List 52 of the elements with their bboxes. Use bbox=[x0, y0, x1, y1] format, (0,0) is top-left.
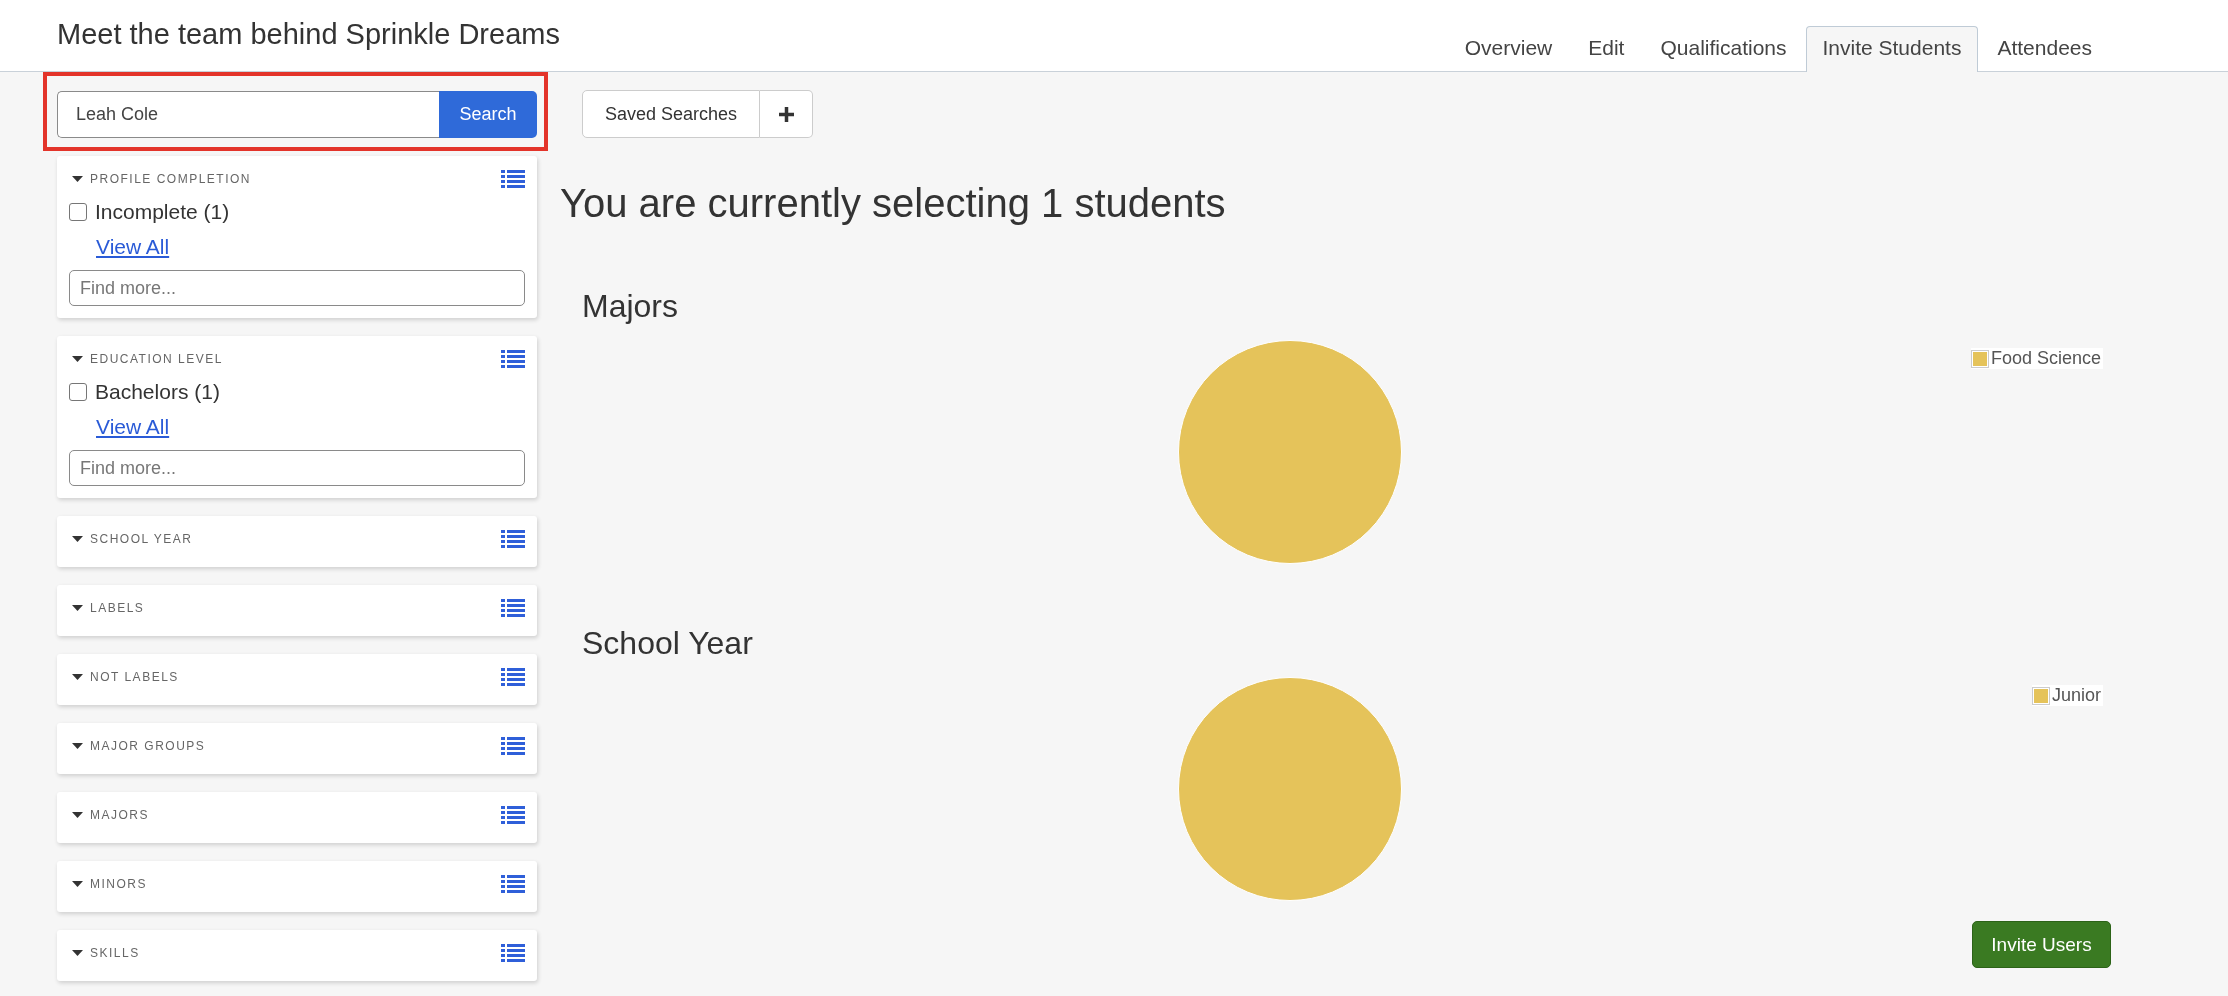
caret-down-icon bbox=[72, 355, 83, 362]
view-all-link[interactable]: View All bbox=[96, 235, 170, 258]
chart-title: Majors bbox=[582, 287, 679, 325]
filter-toggle[interactable]: SKILLS bbox=[69, 945, 140, 960]
option-label[interactable]: Bachelors (1) bbox=[95, 380, 220, 404]
caret-down-icon bbox=[72, 949, 83, 956]
tab[interactable]: Edit bbox=[1571, 26, 1642, 72]
option-label[interactable]: Incomplete (1) bbox=[95, 200, 230, 224]
filter-toggle[interactable]: PROFILE COMPLETION bbox=[69, 171, 252, 186]
tab[interactable]: Qualifications bbox=[1643, 26, 1804, 72]
filter-toggle[interactable]: MINORS bbox=[69, 876, 147, 891]
caret-down-icon bbox=[72, 880, 83, 887]
tab[interactable]: Invite Students bbox=[1805, 26, 1979, 72]
list-icon[interactable] bbox=[501, 805, 525, 824]
caret-down-icon bbox=[72, 811, 83, 818]
list-icon[interactable] bbox=[501, 874, 525, 893]
filter-toggle[interactable]: MAJORS bbox=[69, 807, 149, 822]
caret-down-icon bbox=[72, 742, 83, 749]
plus-icon bbox=[778, 106, 794, 122]
page-title: Meet the team behind Sprinkle Dreams bbox=[57, 18, 560, 51]
filter-toggle[interactable]: MAJOR GROUPS bbox=[69, 738, 206, 753]
legend-label: Junior bbox=[2051, 685, 2101, 706]
tab[interactable]: Attendees bbox=[1980, 26, 2109, 72]
filter-toggle[interactable]: EDUCATION LEVEL bbox=[69, 351, 223, 366]
add-button[interactable] bbox=[760, 90, 814, 138]
caret-down-icon bbox=[72, 535, 83, 542]
caret-down-icon bbox=[72, 673, 83, 680]
filter-toggle[interactable]: SCHOOL YEAR bbox=[69, 531, 193, 546]
list-icon[interactable] bbox=[501, 169, 525, 188]
invite-users-button[interactable]: Invite Users bbox=[1972, 921, 2111, 968]
search-button[interactable]: Search bbox=[439, 91, 537, 138]
caret-down-icon bbox=[72, 175, 83, 182]
list-icon[interactable] bbox=[501, 349, 525, 368]
view-all-link[interactable]: View All bbox=[96, 415, 170, 438]
list-icon[interactable] bbox=[501, 943, 525, 962]
checkbox[interactable] bbox=[69, 383, 87, 401]
find-more-field[interactable]: Find more... bbox=[69, 270, 525, 306]
selection-summary: You are currently selecting 1 students bbox=[560, 180, 1227, 227]
legend-label: Food Science bbox=[1990, 348, 2101, 369]
list-icon[interactable] bbox=[501, 598, 525, 617]
list-icon[interactable] bbox=[501, 529, 525, 548]
filter-toggle[interactable]: LABELS bbox=[69, 600, 145, 615]
filter-toggle[interactable]: NOT LABELS bbox=[69, 669, 179, 684]
list-icon[interactable] bbox=[501, 736, 525, 755]
caret-down-icon bbox=[72, 604, 83, 611]
chart-title: School Year bbox=[582, 624, 754, 662]
tab[interactable]: Overview bbox=[1447, 26, 1570, 72]
saved-searches-button[interactable]: Saved Searches bbox=[582, 90, 761, 138]
checkbox[interactable] bbox=[69, 203, 87, 221]
list-icon[interactable] bbox=[501, 667, 525, 686]
search-field[interactable]: Leah Cole bbox=[57, 91, 439, 138]
find-more-field[interactable]: Find more... bbox=[69, 450, 525, 486]
